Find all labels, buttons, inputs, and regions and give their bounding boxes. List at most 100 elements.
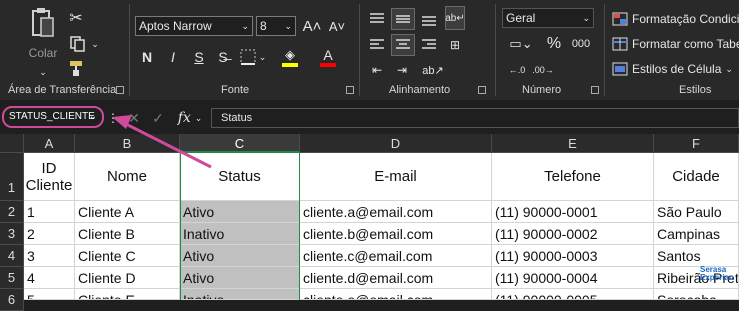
bold-button[interactable]: N — [138, 47, 156, 67]
font-color-button[interactable]: A — [312, 45, 344, 69]
conditional-format-button[interactable]: Formatação Condicional — [612, 10, 739, 28]
table-cell[interactable]: 4 — [24, 267, 75, 289]
row-header-2[interactable]: 2 — [0, 201, 24, 223]
borders-button[interactable]: ⌄ — [236, 47, 270, 67]
cell-d1[interactable]: E-mail — [300, 153, 492, 201]
row-header-4[interactable]: 4 — [0, 245, 24, 267]
increase-decimal-button[interactable]: ←.0 — [506, 60, 528, 80]
table-cell[interactable]: cliente.c@email.com — [300, 245, 492, 267]
table-cell[interactable]: Ativo — [180, 201, 300, 223]
shrink-font-button[interactable]: A˅ — [326, 16, 348, 36]
cell-f1[interactable]: Cidade — [654, 153, 739, 201]
formula-value: Status — [221, 112, 253, 124]
table-cell[interactable]: Cliente B — [75, 223, 180, 245]
decrease-decimal-button[interactable]: .00→ — [532, 60, 554, 80]
align-right-button[interactable] — [418, 34, 440, 56]
cell-c1[interactable]: Status — [180, 153, 300, 201]
table-cell[interactable]: 2 — [24, 223, 75, 245]
table-cell[interactable]: Campinas — [654, 223, 739, 245]
table-cell[interactable]: Cliente E — [75, 289, 180, 300]
table-cell[interactable]: (11) 90000-0005 — [492, 289, 654, 300]
align-left-button[interactable] — [366, 34, 388, 56]
currency-button[interactable]: ▭⌄ — [506, 34, 536, 54]
table-cell[interactable]: cliente.b@email.com — [300, 223, 492, 245]
wrap-text-button[interactable]: ab↵ — [445, 6, 465, 30]
align-bottom-button[interactable] — [418, 8, 440, 30]
italic-button[interactable]: I — [164, 47, 182, 67]
cut-button[interactable]: ✂ — [66, 8, 86, 28]
column-header-a[interactable]: A — [24, 134, 75, 153]
table-cell[interactable]: cliente.a@email.com — [300, 201, 492, 223]
table-cell[interactable]: Cliente A — [75, 201, 180, 223]
row-header-6[interactable]: 6 — [0, 289, 24, 311]
table-cell[interactable]: São Paulo — [654, 201, 739, 223]
cancel-button[interactable]: ✕ — [124, 109, 144, 127]
name-box[interactable]: STATUS_CLIENTE ⌄ — [2, 106, 104, 128]
orientation-button[interactable]: ab↗ — [418, 60, 448, 80]
align-middle-icon — [396, 15, 410, 23]
align-middle-button[interactable] — [391, 8, 415, 30]
align-top-icon — [370, 13, 384, 23]
font-launcher[interactable] — [346, 86, 354, 94]
select-all-corner[interactable] — [0, 134, 24, 153]
table-cell[interactable]: (11) 90000-0003 — [492, 245, 654, 267]
table-cell[interactable]: Inativo — [180, 223, 300, 245]
table-cell[interactable]: Santos — [654, 245, 739, 267]
format-painter-button[interactable] — [66, 58, 86, 78]
decrease-indent-button[interactable]: ⇤ — [366, 60, 388, 80]
font-size-dropdown[interactable]: 8 ⌄ — [256, 16, 296, 36]
formula-input[interactable]: Status — [211, 108, 739, 128]
increase-indent-button[interactable]: ⇥ — [391, 60, 413, 80]
table-cell[interactable]: (11) 90000-0001 — [492, 201, 654, 223]
number-launcher[interactable] — [591, 86, 599, 94]
table-cell[interactable]: Ativo — [180, 267, 300, 289]
table-cell[interactable]: (11) 90000-0002 — [492, 223, 654, 245]
table-cell[interactable]: 3 — [24, 245, 75, 267]
column-header-b[interactable]: B — [75, 134, 180, 153]
percent-button[interactable]: % — [544, 34, 564, 54]
row-header-5[interactable]: 5 — [0, 267, 24, 289]
column-header-e[interactable]: E — [492, 134, 654, 153]
row-header-1[interactable]: 1 — [0, 153, 24, 201]
fill-color-button[interactable]: ◈ — [274, 45, 306, 69]
paste-dropdown[interactable]: ⌄ — [36, 66, 50, 78]
number-format-dropdown[interactable]: Geral ⌄ — [502, 8, 594, 28]
separator — [359, 4, 360, 96]
enter-button[interactable]: ✓ — [148, 109, 168, 127]
insert-function-button[interactable]: fx ⌄ — [172, 108, 208, 128]
cell-b1[interactable]: Nome — [75, 153, 180, 201]
table-cell[interactable]: cliente.d@email.com — [300, 267, 492, 289]
strikethrough-button[interactable]: S̶ — [214, 47, 232, 67]
column-header-c[interactable]: C — [180, 134, 300, 153]
align-top-button[interactable] — [366, 8, 388, 30]
clipboard-launcher[interactable] — [116, 86, 124, 94]
chevron-down-icon: ⌄ — [88, 111, 97, 122]
table-cell[interactable]: Ativo — [180, 245, 300, 267]
font-name-dropdown[interactable]: Aptos Narrow ⌄ — [135, 16, 253, 36]
thousands-button[interactable]: 000 — [568, 34, 594, 54]
table-cell[interactable]: (11) 90000-0004 — [492, 267, 654, 289]
cell-styles-button[interactable]: Estilos de Célula ⌄ — [612, 60, 739, 78]
table-cell[interactable]: cliente.e@email.com — [300, 289, 492, 300]
chevron-down-icon: ⌄ — [241, 21, 249, 31]
table-cell[interactable]: 1 — [24, 201, 75, 223]
align-center-button[interactable] — [391, 34, 415, 56]
table-cell[interactable]: Cliente C — [75, 245, 180, 267]
alignment-launcher[interactable] — [478, 86, 486, 94]
table-cell[interactable]: 5 — [24, 289, 75, 300]
underline-button[interactable]: S — [190, 47, 208, 67]
row-header-3[interactable]: 3 — [0, 223, 24, 245]
table-cell[interactable]: Cliente D — [75, 267, 180, 289]
format-as-table-button[interactable]: Formatar como Tabela — [612, 35, 739, 53]
grow-font-button[interactable]: A˄ — [302, 16, 322, 36]
paste-button[interactable]: Colar — [22, 6, 64, 66]
formula-bar-handle[interactable]: ⋮ — [107, 110, 119, 126]
column-header-d[interactable]: D — [300, 134, 492, 153]
copy-button[interactable]: ⌄ — [66, 34, 102, 54]
column-header-f[interactable]: F — [654, 134, 739, 153]
cell-a1[interactable]: ID Cliente — [24, 153, 75, 201]
table-cell[interactable]: Sorocaba — [654, 289, 739, 300]
cell-e1[interactable]: Telefone — [492, 153, 654, 201]
merge-center-button[interactable]: ⊞ — [443, 34, 467, 56]
table-cell[interactable]: Inativo — [180, 289, 300, 300]
